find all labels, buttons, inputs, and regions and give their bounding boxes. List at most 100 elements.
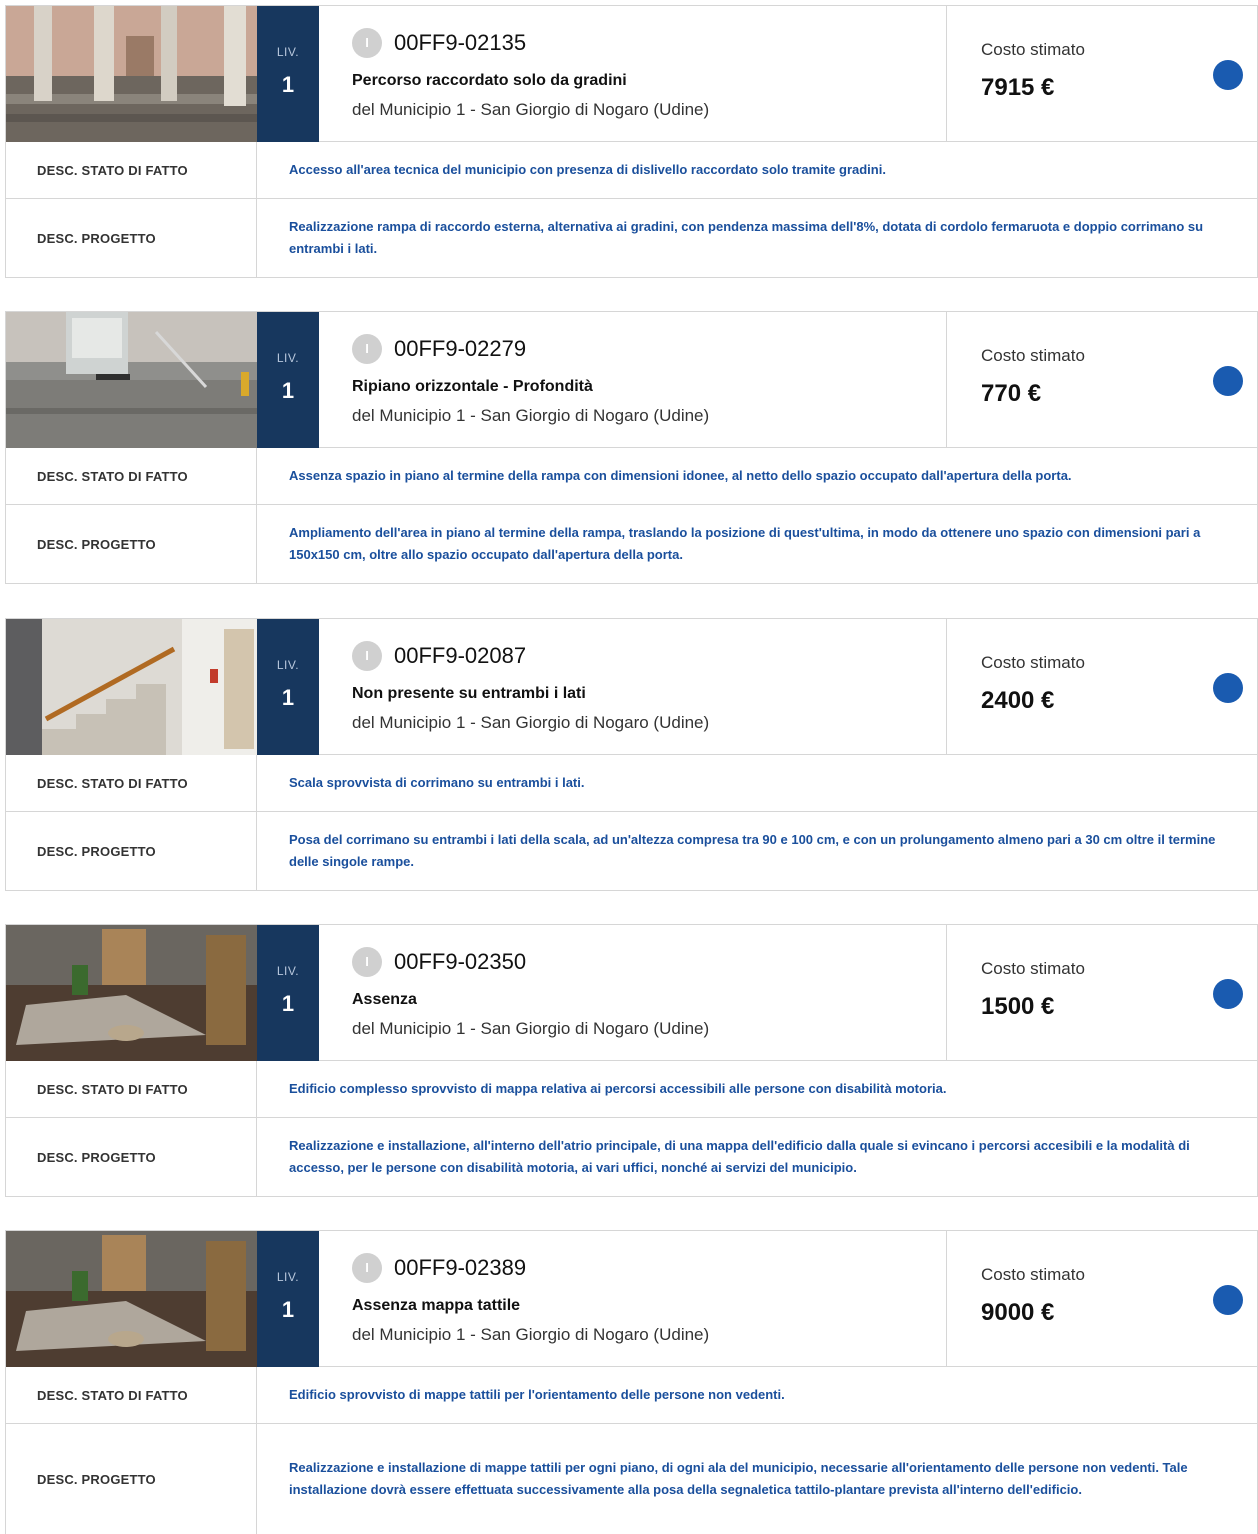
intervention-location: del Municipio 1 - San Giorgio di Nogaro … — [352, 100, 710, 119]
stato-label: DESC. STATO DI FATTO — [6, 755, 257, 811]
card-header: LIV. 1 I 00FF9-02087 Non presente su ent… — [6, 619, 1257, 755]
intervention-code[interactable]: 00FF9-02389 — [394, 1255, 526, 1281]
intervention-title: Non presente su entrambi i lati — [352, 685, 586, 702]
card-info: I 00FF9-02389 Assenza mappa tattile del … — [319, 1231, 947, 1367]
intervention-card: LIV. 1 I 00FF9-02087 Non presente su ent… — [5, 618, 1258, 891]
card-info: I 00FF9-02350 Assenza del Municipio 1 - … — [319, 925, 947, 1061]
stato-text: Edificio complesso sprovvisto di mappa r… — [289, 1081, 947, 1096]
cost-panel: Costo stimato 9000 € — [947, 1231, 1258, 1367]
info-badge-icon: I — [352, 641, 382, 671]
intervention-title: Assenza — [352, 991, 417, 1008]
level-indicator: LIV. 1 — [257, 1231, 319, 1367]
progetto-text: Realizzazione rampa di raccordo esterna,… — [289, 219, 1204, 256]
intervention-photo[interactable] — [6, 1231, 257, 1367]
intervention-code[interactable]: 00FF9-02279 — [394, 336, 526, 362]
card-info: I 00FF9-02135 Percorso raccordato solo d… — [319, 6, 947, 142]
intervention-location: del Municipio 1 - San Giorgio di Nogaro … — [352, 406, 710, 425]
level-number: 1 — [281, 1297, 295, 1322]
cost-label: Costo stimato — [981, 959, 1085, 978]
info-badge-icon: I — [352, 947, 382, 977]
progetto-row: DESC. PROGETTO Realizzazione rampa di ra… — [6, 199, 1257, 277]
intervention-location: del Municipio 1 - San Giorgio di Nogaro … — [352, 1325, 710, 1344]
intervention-code[interactable]: 00FF9-02135 — [394, 30, 526, 56]
intervention-location: del Municipio 1 - San Giorgio di Nogaro … — [352, 713, 710, 732]
level-label: LIV. — [276, 964, 300, 978]
intervention-title: Assenza mappa tattile — [352, 1297, 521, 1314]
level-number: 1 — [281, 378, 295, 403]
info-badge-icon: I — [352, 28, 382, 58]
intervention-card: LIV. 1 I 00FF9-02279 Ripiano orizzontale… — [5, 311, 1258, 584]
cost-label: Costo stimato — [981, 653, 1085, 672]
cost-value: 770 € — [981, 380, 1042, 407]
stato-row: DESC. STATO DI FATTO Assenza spazio in p… — [6, 448, 1257, 505]
cost-value: 7915 € — [981, 74, 1055, 101]
cost-panel: Costo stimato 2400 € — [947, 619, 1258, 755]
level-indicator: LIV. 1 — [257, 6, 319, 142]
level-indicator: LIV. 1 — [257, 312, 319, 448]
progetto-text: Realizzazione e installazione, all'inter… — [289, 1138, 1190, 1175]
stato-row: DESC. STATO DI FATTO Edificio sprovvisto… — [6, 1367, 1257, 1424]
cost-label: Costo stimato — [981, 346, 1085, 365]
stato-label: DESC. STATO DI FATTO — [6, 142, 257, 198]
intervention-photo[interactable] — [6, 619, 257, 755]
level-indicator: LIV. 1 — [257, 925, 319, 1061]
level-label: LIV. — [276, 351, 300, 365]
stato-text: Scala sprovvista di corrimano su entramb… — [289, 775, 585, 790]
level-label: LIV. — [276, 45, 300, 59]
cost-label: Costo stimato — [981, 40, 1085, 59]
stato-label: DESC. STATO DI FATTO — [6, 1367, 257, 1423]
stato-text: Assenza spazio in piano al termine della… — [289, 468, 1072, 483]
progetto-text: Realizzazione e installazione di mappe t… — [289, 1460, 1188, 1497]
progetto-row: DESC. PROGETTO Posa del corrimano su ent… — [6, 812, 1257, 890]
status-dot-icon — [1213, 673, 1243, 703]
intervention-code[interactable]: 00FF9-02350 — [394, 949, 526, 975]
progetto-row: DESC. PROGETTO Realizzazione e installaz… — [6, 1118, 1257, 1196]
intervention-title: Ripiano orizzontale - Profondità — [352, 378, 593, 395]
stato-label: DESC. STATO DI FATTO — [6, 1061, 257, 1117]
cost-value: 9000 € — [981, 1299, 1055, 1326]
stato-row: DESC. STATO DI FATTO Edificio complesso … — [6, 1061, 1257, 1118]
progetto-label: DESC. PROGETTO — [6, 505, 257, 583]
intervention-photo[interactable] — [6, 925, 257, 1061]
progetto-label: DESC. PROGETTO — [6, 1118, 257, 1196]
card-info: I 00FF9-02279 Ripiano orizzontale - Prof… — [319, 312, 947, 448]
cost-panel: Costo stimato 7915 € — [947, 6, 1258, 142]
cost-panel: Costo stimato 770 € — [947, 312, 1258, 448]
intervention-code[interactable]: 00FF9-02087 — [394, 643, 526, 669]
card-header: LIV. 1 I 00FF9-02350 Assenza del Municip… — [6, 925, 1257, 1061]
intervention-photo[interactable] — [6, 312, 257, 448]
stato-label: DESC. STATO DI FATTO — [6, 448, 257, 504]
stato-text: Accesso all'area tecnica del municipio c… — [289, 162, 886, 177]
cost-panel: Costo stimato 1500 € — [947, 925, 1258, 1061]
progetto-row: DESC. PROGETTO Realizzazione e installaz… — [6, 1424, 1257, 1534]
stato-text: Edificio sprovvisto di mappe tattili per… — [289, 1387, 785, 1402]
stato-row: DESC. STATO DI FATTO Scala sprovvista di… — [6, 755, 1257, 812]
status-dot-icon — [1213, 366, 1243, 396]
level-label: LIV. — [276, 1270, 300, 1284]
progetto-label: DESC. PROGETTO — [6, 1424, 257, 1534]
progetto-label: DESC. PROGETTO — [6, 812, 257, 890]
level-label: LIV. — [276, 658, 300, 672]
intervention-card: LIV. 1 I 00FF9-02389 Assenza mappa tatti… — [5, 1230, 1258, 1534]
intervention-location: del Municipio 1 - San Giorgio di Nogaro … — [352, 1019, 710, 1038]
intervention-card: LIV. 1 I 00FF9-02350 Assenza del Municip… — [5, 924, 1258, 1197]
info-badge-icon: I — [352, 334, 382, 364]
intervention-title: Percorso raccordato solo da gradini — [352, 72, 627, 89]
card-header: LIV. 1 I 00FF9-02135 Percorso raccordato… — [6, 6, 1257, 142]
info-badge-icon: I — [352, 1253, 382, 1283]
level-number: 1 — [281, 991, 295, 1016]
progetto-text: Posa del corrimano su entrambi i lati de… — [289, 832, 1216, 869]
status-dot-icon — [1213, 1285, 1243, 1315]
cost-value: 2400 € — [981, 687, 1055, 714]
card-info: I 00FF9-02087 Non presente su entrambi i… — [319, 619, 947, 755]
progetto-label: DESC. PROGETTO — [6, 199, 257, 277]
intervention-photo[interactable] — [6, 6, 257, 142]
cost-value: 1500 € — [981, 993, 1055, 1020]
level-number: 1 — [281, 72, 295, 97]
cost-label: Costo stimato — [981, 1265, 1085, 1284]
card-header: LIV. 1 I 00FF9-02279 Ripiano orizzontale… — [6, 312, 1257, 448]
status-dot-icon — [1213, 60, 1243, 90]
progetto-text: Ampliamento dell'area in piano al termin… — [289, 525, 1201, 562]
progetto-row: DESC. PROGETTO Ampliamento dell'area in … — [6, 505, 1257, 583]
level-indicator: LIV. 1 — [257, 619, 319, 755]
